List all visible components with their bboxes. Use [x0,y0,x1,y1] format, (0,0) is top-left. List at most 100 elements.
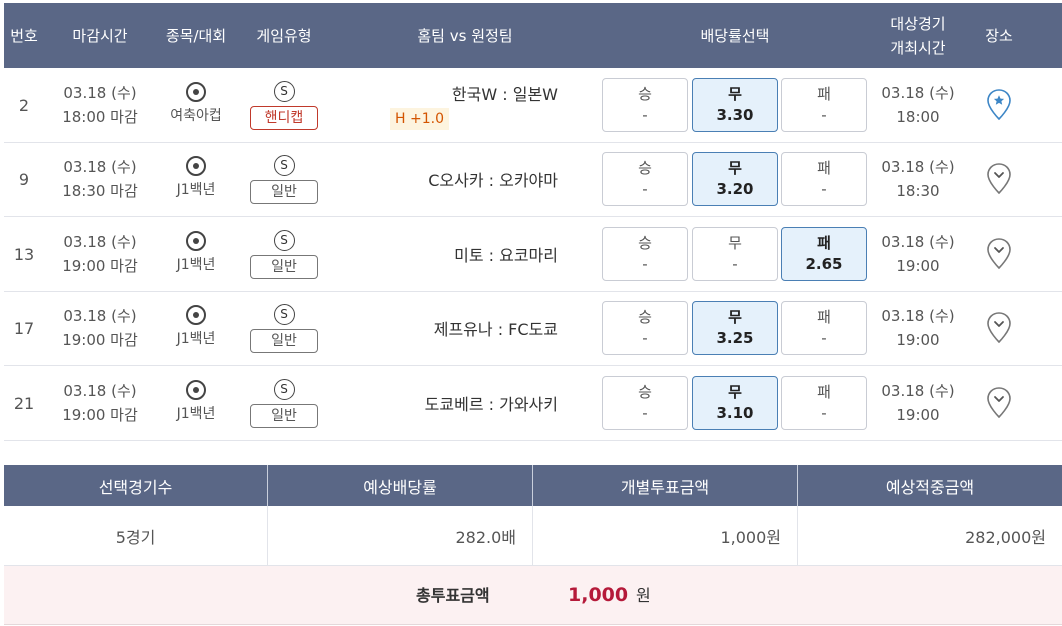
location-pin-icon[interactable] [986,88,1012,122]
game-date: 03.18 (수) [881,84,955,102]
header-odds: 배당률선택 [700,26,770,45]
handicap-value: H +1.0 [390,107,449,130]
odds-draw-button[interactable]: 무 3.20 [692,152,778,206]
odds-lose-button[interactable]: 패 - [781,301,867,355]
game-date: 03.18 (수) [881,158,955,176]
odds-win-button[interactable]: 승 - [602,227,688,281]
summary-body: 5경기 282.0배 1,000원 282,000원 [4,506,1062,566]
teams-cell: 한국W : 일본W H +1.0 [334,68,596,142]
header-deadline: 마감시간 [72,26,128,45]
league-name: J1백년 [176,257,216,273]
summary-stake: 1,000원 [533,506,798,566]
odds-draw-button[interactable]: 무 - [692,227,778,281]
odds-win-button[interactable]: 승 - [602,152,688,206]
game-type-badge: 일반 [250,254,318,279]
header-teams: 홈팀 vs 원정팀 [417,26,513,45]
match-row: 17 03.18 (수) 19:00 마감 J1백년 S 일반 제프유나 : F… [4,291,1062,366]
game-type-badge: 일반 [250,179,318,204]
game-type-badge: 핸디캡 [250,105,318,130]
header-venue: 장소 [985,26,1013,45]
deadline-date: 03.18 (수) [63,307,137,325]
game-time-cell: 03.18 (수) 19:00 [870,291,966,365]
odds-label: 무 [728,308,742,326]
game-type-cell: S 일반 [240,366,328,440]
s-badge-icon: S [273,80,295,102]
deadline-date: 03.18 (수) [63,158,137,176]
soccer-ball-icon [186,305,206,325]
match-number: 13 [13,244,35,264]
game-time-cell: 03.18 (수) 19:00 [870,217,966,291]
match-number: 2 [18,95,30,115]
header-num: 번호 [10,26,38,45]
location-pin-icon[interactable] [986,162,1012,196]
s-badge-icon: S [273,154,295,176]
game-type-cell: S 일반 [240,142,328,216]
game-type-cell: S 일반 [240,291,328,365]
odds-lose-button[interactable]: 패 - [781,152,867,206]
deadline-date: 03.18 (수) [63,84,137,102]
matchup: 제프유나 : FC도쿄 [433,320,558,339]
match-row: 21 03.18 (수) 19:00 마감 J1백년 S 일반 도쿄베르 : 가… [4,366,1062,441]
s-badge-icon: S [273,229,295,251]
odds-win-button[interactable]: 승 - [602,301,688,355]
teams-cell: 도쿄베르 : 가와사키 [334,366,596,440]
match-row: 9 03.18 (수) 18:30 마감 J1백년 S 일반 C오사카 : 오카… [4,142,1062,217]
odds-label: 패 [817,308,831,326]
summary-header-stake: 개별투표금액 [533,465,798,506]
odds-value: 3.20 [716,180,754,198]
league-name: J1백년 [176,182,216,198]
odds-draw-button[interactable]: 무 3.25 [692,301,778,355]
header-target-line2: 개최시간 [890,38,946,57]
deadline-time: 19:00 마감 [62,257,138,275]
odds-label: 승 [638,85,652,103]
location-pin-icon[interactable] [986,386,1012,420]
summary-payout: 282,000원 [965,528,1046,547]
match-row: 2 03.18 (수) 18:00 마감 여축아컵 S 핸디캡 한국W : 일본… [4,68,1062,143]
odds-lose-button[interactable]: 패 - [781,376,867,430]
league-cell: J1백년 [156,291,236,365]
odds-label: 무 [728,159,742,177]
odds-win-button[interactable]: 승 - [602,376,688,430]
game-time: 18:30 [896,182,940,200]
venue-cell [970,142,1028,216]
match-row: 13 03.18 (수) 19:00 마감 J1백년 S 일반 미토 : 요코마… [4,217,1062,292]
odds-value: - [821,329,827,347]
game-time: 19:00 [896,406,940,424]
odds-win-button[interactable]: 승 - [602,78,688,132]
league-name: J1백년 [176,331,216,347]
odds-lose-button[interactable]: 패 2.65 [781,227,867,281]
odds-label: 승 [638,308,652,326]
odds-lose-button[interactable]: 패 - [781,78,867,132]
total-unit: 원 [636,586,651,605]
summary-header-count: 선택경기수 [4,465,268,506]
matchup: 한국W : 일본W [451,84,558,104]
header-league: 종목/대회 [165,26,227,45]
league-name: 여축아컵 [170,108,222,124]
odds-value: - [821,106,827,124]
s-badge-icon: S [273,378,295,400]
odds-draw-button[interactable]: 무 3.10 [692,376,778,430]
teams-cell: C오사카 : 오카야마 [334,142,596,216]
header-target-line1: 대상경기 [890,14,946,33]
venue-cell [970,291,1028,365]
game-date: 03.18 (수) [881,233,955,251]
odds-draw-button[interactable]: 무 3.30 [692,78,778,132]
league-name: J1백년 [176,406,216,422]
odds-label: 무 [728,234,742,252]
odds-value: - [732,255,738,273]
header-game-type: 게임유형 [256,26,312,45]
matchup: 미토 : 요코마리 [454,246,558,265]
summary-header: 선택경기수 예상배당률 개별투표금액 예상적중금액 [4,465,1062,506]
league-cell: J1백년 [156,217,236,291]
game-time-cell: 03.18 (수) 18:00 [870,68,966,142]
league-cell: 여축아컵 [156,68,236,142]
odds-label: 패 [817,383,831,401]
game-type-cell: S 일반 [240,217,328,291]
teams-cell: 미토 : 요코마리 [334,217,596,291]
deadline-time: 18:00 마감 [62,108,138,126]
location-pin-icon[interactable] [986,311,1012,345]
odds-label: 패 [817,159,831,177]
odds-label: 승 [638,159,652,177]
game-time-cell: 03.18 (수) 19:00 [870,366,966,440]
location-pin-icon[interactable] [986,237,1012,271]
